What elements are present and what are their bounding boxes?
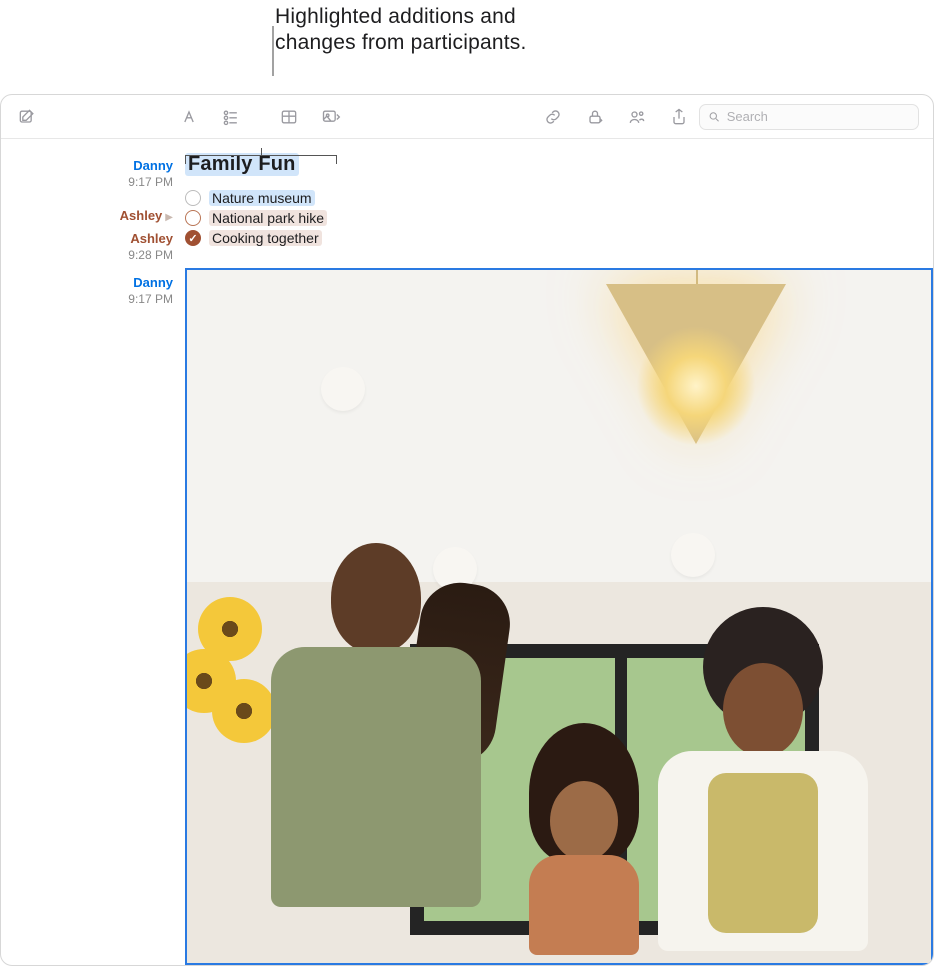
checklist-item[interactable]: Nature museum (185, 188, 933, 208)
format-text-icon[interactable] (177, 105, 201, 129)
notes-window: Danny 9:17 PM Ashley▶ Ashley 9:28 PM Dan… (0, 94, 934, 966)
activity-gutter: Danny 9:17 PM Ashley▶ Ashley 9:28 PM Dan… (1, 139, 185, 965)
person-illustration (261, 543, 491, 963)
gutter-author: Ashley (1, 230, 173, 247)
checklist: Nature museum National park hike Cooking… (185, 188, 933, 248)
gutter-time: 9:28 PM (1, 247, 173, 264)
checklist-item-label[interactable]: Nature museum (209, 190, 315, 206)
collaborate-icon[interactable] (625, 105, 649, 129)
person-illustration (514, 723, 654, 965)
gutter-time: 9:17 PM (1, 291, 173, 308)
checklist-icon[interactable] (219, 105, 243, 129)
lock-icon[interactable] (583, 105, 607, 129)
checklist-item[interactable]: National park hike (185, 208, 933, 228)
callout-bracket (185, 155, 337, 169)
link-icon[interactable] (541, 105, 565, 129)
gutter-author: Danny (1, 157, 173, 174)
gutter-author: Ashley (120, 208, 163, 223)
checklist-item-label[interactable]: National park hike (209, 210, 327, 226)
annotation-callout: Highlighted additions and changes from p… (0, 4, 934, 90)
checkbox-icon[interactable] (185, 190, 201, 206)
annotation-line-1: Highlighted additions and (275, 4, 527, 30)
checklist-item[interactable]: Cooking together (185, 228, 933, 248)
annotation-line-2: changes from participants. (275, 30, 527, 56)
note-content[interactable]: Family Fun Nature museum National park h… (185, 139, 933, 965)
person-illustration (648, 603, 878, 963)
toolbar (1, 95, 933, 139)
gutter-time: 9:17 PM (1, 174, 173, 191)
checklist-item-label[interactable]: Cooking together (209, 230, 322, 246)
search-icon (708, 110, 721, 124)
checkbox-checked-icon[interactable] (185, 230, 201, 246)
search-field[interactable] (699, 104, 919, 130)
checkbox-icon[interactable] (185, 210, 201, 226)
media-icon[interactable] (319, 105, 343, 129)
gutter-author: Danny (1, 274, 173, 291)
note-body: Danny 9:17 PM Ashley▶ Ashley 9:28 PM Dan… (1, 139, 933, 965)
chevron-right-icon: ▶ (165, 212, 173, 223)
table-icon[interactable] (277, 105, 301, 129)
compose-icon[interactable] (15, 105, 39, 129)
share-icon[interactable] (667, 105, 691, 129)
search-input[interactable] (727, 109, 910, 124)
attached-photo[interactable] (185, 268, 933, 965)
lamp-illustration (596, 268, 796, 546)
